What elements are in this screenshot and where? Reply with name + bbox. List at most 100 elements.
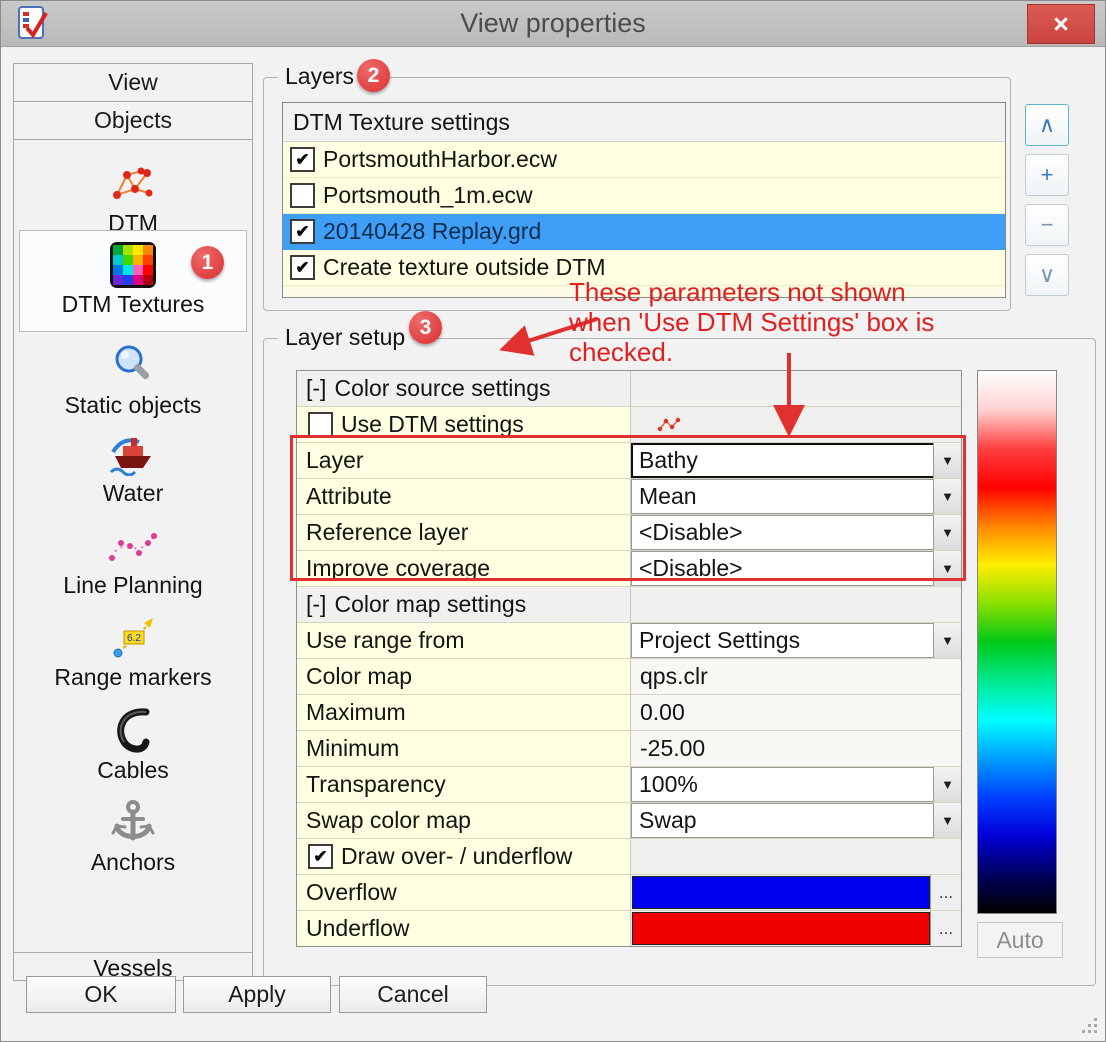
sidebar-tab-objects[interactable]: Objects [14,102,252,140]
add-layer-button[interactable]: + [1025,154,1069,196]
use-range-from-dropdown[interactable]: Project Settings ▼ [631,623,961,658]
dropdown-arrow-icon[interactable]: ▼ [933,767,961,802]
layer-row-portsmouth-1m[interactable]: Portsmouth_1m.ecw [283,178,1005,214]
grid-row-overflow: Overflow ... [297,875,961,911]
row-label: Maximum [297,695,631,730]
sidebar-item-label: Static objects [14,392,252,419]
swap-color-map-dropdown[interactable]: Swap ▼ [631,803,961,838]
use-dtm-settings-checkbox[interactable] [308,412,333,437]
dropdown-value: 100% [639,771,698,798]
layer-name: Create texture outside DTM [323,254,606,281]
dropdown-arrow-icon[interactable]: ▼ [933,443,961,478]
color-scale [977,370,1057,914]
annotation-badge-1: 1 [191,246,224,279]
sidebar-item-dtm[interactable]: DTM [14,158,252,237]
grid-row-draw-over-underflow: ✔ Draw over- / underflow [297,839,961,875]
move-up-button[interactable]: ∧ [1025,104,1069,146]
dropdown-value: Mean [639,483,697,510]
sidebar-item-label: Range markers [14,664,252,691]
maximum-value[interactable]: 0.00 [631,695,961,730]
dropdown-arrow-icon[interactable]: ▼ [933,515,961,550]
sidebar-tab-view[interactable]: View [14,64,252,102]
cancel-button[interactable]: Cancel [339,976,487,1013]
move-down-button[interactable]: ∨ [1025,254,1069,296]
row-label: Attribute [297,479,631,514]
sidebar-item-water[interactable]: Water [14,428,252,507]
dropdown-arrow-icon[interactable]: ▼ [933,551,961,586]
minimum-value[interactable]: -25.00 [631,731,961,766]
layer-checkbox[interactable]: ✔ [290,255,315,280]
layer-row-replay-selected[interactable]: ✔ 20140428 Replay.grd [283,214,1005,250]
layers-list: DTM Texture settings ✔ PortsmouthHarbor.… [282,102,1006,298]
dropdown-value: Bathy [639,447,698,474]
layers-group: Layers DTM Texture settings ✔ Portsmouth… [263,77,1011,311]
row-label: Color map [297,659,631,694]
line-planning-icon [108,526,158,566]
close-icon: × [1053,9,1069,40]
minus-icon: − [1041,212,1054,238]
sidebar-item-anchors[interactable]: Anchors [14,797,252,876]
anchor-icon [110,798,156,848]
annotation-badge-3: 3 [409,311,442,344]
draw-over-underflow-checkbox[interactable]: ✔ [308,844,333,869]
dropdown-value: Project Settings [639,627,800,654]
layer-setup-group-label: Layer setup [278,324,412,351]
auto-button[interactable]: Auto [977,922,1063,958]
sidebar-item-static-objects[interactable]: Static objects [14,340,252,419]
layer-checkbox[interactable] [290,183,315,208]
sidebar-item-line-planning[interactable]: Line Planning [14,520,252,599]
grid-row-attribute: Attribute Mean ▼ [297,479,961,515]
cable-icon [110,706,156,756]
sidebar-item-label: Anchors [14,849,252,876]
layer-name: 20140428 Replay.grd [323,218,541,245]
row-label: Layer [297,443,631,478]
dropdown-value: <Disable> [639,555,743,582]
row-label: Reference layer [297,515,631,550]
grid-row-transparency: Transparency 100% ▼ [297,767,961,803]
dtm-textures-icon [108,240,158,290]
layer-checkbox[interactable]: ✔ [290,219,315,244]
improve-coverage-dropdown[interactable]: <Disable> ▼ [631,551,961,586]
sidebar-item-cables[interactable]: Cables [14,705,252,784]
row-label: Improve coverage [297,551,631,586]
overflow-color-swatch[interactable] [632,876,930,909]
apply-button[interactable]: Apply [183,976,331,1013]
grid-row-reference-layer: Reference layer <Disable> ▼ [297,515,961,551]
row-label: Draw over- / underflow [341,843,572,870]
row-label: Underflow [297,911,631,946]
dropdown-arrow-icon[interactable]: ▼ [933,623,961,658]
underflow-color-swatch[interactable] [632,912,930,945]
attribute-dropdown[interactable]: Mean ▼ [631,479,961,514]
resize-grip[interactable] [1079,1015,1099,1035]
dropdown-arrow-icon[interactable]: ▼ [933,479,961,514]
window-title: View properties [1,1,1105,46]
sidebar-item-label: Water [14,480,252,507]
transparency-dropdown[interactable]: 100% ▼ [631,767,961,802]
grid-row-minimum: Minimum -25.00 [297,731,961,767]
overflow-picker-button[interactable]: ... [930,875,961,910]
ok-button[interactable]: OK [26,976,176,1013]
sidebar-item-dtm-textures[interactable]: DTM Textures [19,230,247,332]
grid-row-layer: Layer Bathy ▼ [297,443,961,479]
collapse-toggle[interactable]: [-] [306,591,326,618]
layers-list-header: DTM Texture settings [283,103,1005,142]
dropdown-arrow-icon[interactable]: ▼ [933,803,961,838]
reference-layer-dropdown[interactable]: <Disable> ▼ [631,515,961,550]
grid-row-use-dtm-settings: Use DTM settings [297,407,961,443]
layer-row-portsmouthharbor[interactable]: ✔ PortsmouthHarbor.ecw [283,142,1005,178]
sidebar-item-label: Line Planning [14,572,252,599]
color-map-value[interactable]: qps.clr [631,659,961,694]
sidebar-item-range-markers[interactable]: 6.2 Range markers [14,612,252,691]
layer-dropdown[interactable]: Bathy ▼ [631,443,961,478]
grid-row-color-map-settings: [-] Color map settings [297,587,961,623]
close-button[interactable]: × [1027,4,1095,44]
remove-layer-button[interactable]: − [1025,204,1069,246]
grid-row-swap-color-map: Swap color map Swap ▼ [297,803,961,839]
layer-checkbox[interactable]: ✔ [290,147,315,172]
underflow-picker-button[interactable]: ... [930,911,961,946]
dtm-icon [111,165,155,203]
svg-text:6.2: 6.2 [127,633,141,644]
property-grid: [-] Color source settings Use DTM settin… [296,370,962,947]
collapse-toggle[interactable]: [-] [306,375,326,402]
layer-setup-group: Layer setup [-] Color source settings Us… [263,338,1096,986]
